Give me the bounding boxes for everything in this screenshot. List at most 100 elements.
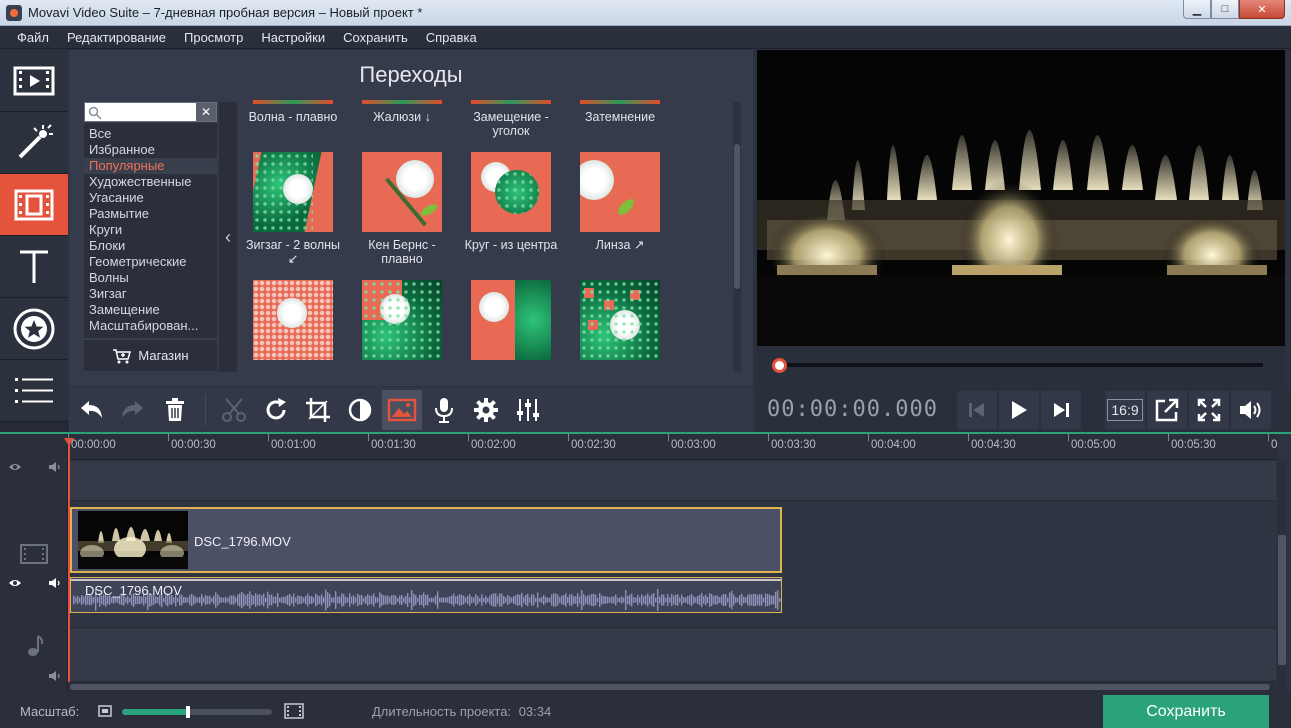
speaker-icon[interactable] [48, 461, 62, 473]
transition-tile[interactable]: Зигзаг - 2 волны ↙ [239, 152, 347, 266]
seek-track[interactable] [779, 363, 1263, 367]
eye-icon[interactable] [8, 462, 22, 472]
transition-tile[interactable]: Линза ↗ [566, 152, 674, 252]
timecode-display: 00:00:00.000 [767, 397, 938, 422]
category-item[interactable]: Геометрические [84, 254, 217, 270]
speaker-icon[interactable] [48, 577, 62, 589]
maximize-button[interactable]: □ [1211, 0, 1239, 19]
color-adjust-button[interactable] [340, 390, 380, 430]
delete-button[interactable] [155, 390, 195, 430]
more-tool-button[interactable] [0, 360, 68, 422]
store-button[interactable]: Магазин [84, 339, 217, 371]
rotate-button[interactable] [256, 390, 296, 430]
waveform-bar [637, 594, 639, 606]
clip-settings-button[interactable] [466, 390, 506, 430]
menu-edit[interactable]: Редактирование [58, 30, 175, 45]
import-tool-button[interactable] [0, 50, 68, 112]
next-frame-button[interactable] [1041, 391, 1081, 429]
menu-file[interactable]: Файл [8, 30, 58, 45]
scrollbar-thumb[interactable] [734, 144, 740, 289]
category-item[interactable]: Замещение [84, 302, 217, 318]
scrollbar-thumb[interactable] [1278, 535, 1286, 665]
audio-track[interactable] [68, 629, 1276, 682]
record-voice-button[interactable] [424, 390, 464, 430]
category-item[interactable]: Избранное [84, 142, 217, 158]
transition-tile[interactable]: Жалюзи ↓ [348, 100, 456, 124]
save-button[interactable]: Сохранить [1103, 695, 1269, 728]
transition-tile[interactable] [457, 280, 565, 366]
speaker-icon[interactable] [48, 670, 62, 682]
fullscreen-button[interactable] [1189, 391, 1229, 429]
undo-button[interactable] [71, 390, 111, 430]
waveform-bar [81, 595, 83, 605]
transition-tile[interactable]: Кен Бернс - плавно [348, 152, 456, 266]
transition-tile[interactable] [348, 280, 456, 366]
menu-view[interactable]: Просмотр [175, 30, 252, 45]
category-item[interactable]: Блоки [84, 238, 217, 254]
category-item[interactable]: Волны [84, 270, 217, 286]
play-button[interactable] [999, 391, 1039, 429]
category-item-active[interactable]: Популярные [84, 158, 217, 174]
time-ruler[interactable]: 00:00:00 00:00:30 00:01:00 00:01:30 00:02:00… [68, 434, 1278, 460]
waveform-bar [505, 597, 507, 603]
zoom-out-icon[interactable] [98, 705, 112, 717]
volume-button[interactable] [1231, 391, 1271, 429]
transition-tile[interactable]: Круг - из центра [457, 152, 565, 252]
menu-save[interactable]: Сохранить [334, 30, 417, 45]
audio-clip[interactable]: DSC_1796.MOV [70, 577, 782, 613]
waveform-bar [553, 593, 555, 607]
timeline-horizontal-scrollbar[interactable] [68, 682, 1276, 692]
category-item[interactable]: Круги [84, 222, 217, 238]
timeline-vertical-scrollbar[interactable] [1277, 461, 1287, 694]
video-clip[interactable]: DSC_1796.MOV [70, 507, 782, 573]
titles-tool-button[interactable] [0, 236, 68, 298]
transitions-tool-button[interactable] [0, 174, 68, 236]
category-item[interactable]: Масштабирован... [84, 318, 217, 334]
overlay-track[interactable] [68, 461, 1276, 501]
collapse-panel-button[interactable]: ‹ [219, 102, 237, 372]
playhead[interactable] [64, 438, 74, 682]
seek-knob[interactable] [772, 358, 787, 373]
zoom-in-icon[interactable] [284, 703, 304, 719]
equalizer-button[interactable] [508, 390, 548, 430]
redo-button[interactable] [113, 390, 153, 430]
category-item[interactable]: Угасание [84, 190, 217, 206]
crop-button[interactable] [298, 390, 338, 430]
image-overlay-button[interactable] [382, 389, 422, 430]
waveform-bar [317, 595, 319, 605]
search-input[interactable] [105, 104, 197, 120]
previous-frame-button[interactable] [957, 391, 997, 429]
clear-search-button[interactable]: ✕ [196, 103, 216, 121]
category-item[interactable]: Все [84, 126, 217, 142]
zoom-slider[interactable] [122, 706, 272, 718]
panel-scrollbar[interactable] [733, 102, 741, 372]
waveform-bar [329, 593, 331, 607]
transition-tile[interactable]: Затемнение [566, 100, 674, 124]
category-item[interactable]: Художественные [84, 174, 217, 190]
filters-tool-button[interactable] [0, 112, 68, 174]
popout-preview-button[interactable] [1147, 391, 1187, 429]
category-item[interactable]: Зигзаг [84, 286, 217, 302]
close-button[interactable]: ✕ [1239, 0, 1285, 19]
tool-sidebar [0, 50, 68, 432]
ruler-tick [768, 434, 769, 441]
transition-tile[interactable]: Волна - плавно [239, 100, 347, 124]
transition-tile[interactable]: Замещение - уголок [457, 100, 565, 138]
zoom-slider-knob[interactable] [186, 706, 190, 718]
transition-tile[interactable] [566, 280, 674, 366]
waveform-bar [491, 594, 493, 606]
search-icon [88, 106, 102, 120]
waveform-bar [757, 595, 759, 605]
eye-icon[interactable] [8, 578, 22, 588]
menu-help[interactable]: Справка [417, 30, 486, 45]
waveform-bar [345, 596, 347, 604]
minimize-button[interactable]: ▁ [1183, 0, 1211, 19]
category-item[interactable]: Размытие [84, 206, 217, 222]
menu-settings[interactable]: Настройки [252, 30, 334, 45]
cut-button[interactable] [214, 390, 254, 430]
transition-tile[interactable] [239, 280, 347, 366]
waveform-bar [249, 591, 251, 609]
aspect-ratio-button[interactable]: 16:9 [1105, 391, 1145, 429]
scrollbar-thumb[interactable] [70, 684, 1270, 690]
stickers-tool-button[interactable] [0, 298, 68, 360]
